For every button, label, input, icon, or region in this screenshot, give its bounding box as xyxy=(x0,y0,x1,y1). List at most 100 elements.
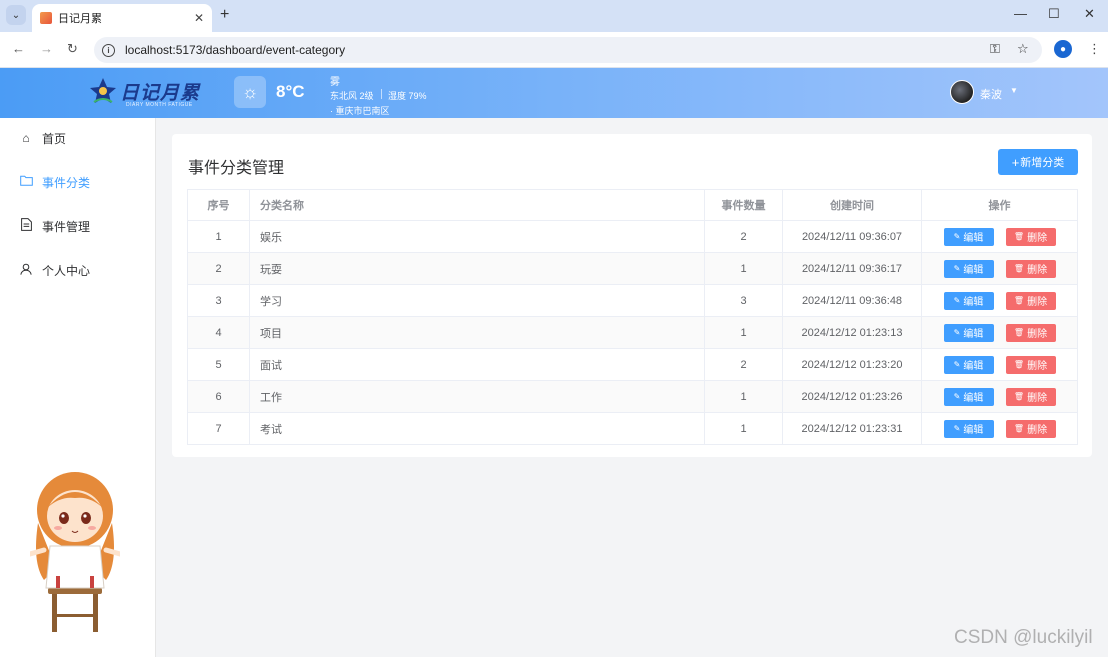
trash-icon: 🗑 xyxy=(1013,328,1025,337)
mascot-illustration xyxy=(30,472,120,632)
add-category-button[interactable]: + 新增分类 xyxy=(998,149,1078,175)
maximize-icon[interactable]: ☐ xyxy=(1048,6,1060,22)
sun-icon: ☼ xyxy=(234,76,266,108)
logo-subtitle: DIARY MONTH FATIGUE xyxy=(126,102,193,108)
browser-menu-icon[interactable]: ⋮ xyxy=(1088,41,1101,57)
profile-icon[interactable]: ● xyxy=(1054,40,1072,58)
user-name[interactable]: 秦波 xyxy=(980,86,1002,102)
folder-icon xyxy=(18,175,34,189)
edit-icon: ✎ xyxy=(953,264,961,273)
cell-index: 2 xyxy=(187,252,250,285)
cell-ops: ✎ 编辑 🗑 删除 xyxy=(921,348,1078,381)
cell-count: 1 xyxy=(704,316,783,349)
app-logo[interactable]: 日记月累 DIARY MONTH FATIGUE xyxy=(88,76,200,108)
cell-ops: ✎ 编辑 🗑 删除 xyxy=(921,252,1078,285)
plus-icon: + xyxy=(1011,154,1020,170)
delete-button[interactable]: 🗑 删除 xyxy=(1005,227,1056,246)
delete-button[interactable]: 🗑 删除 xyxy=(1005,323,1056,342)
edit-button[interactable]: ✎ 编辑 xyxy=(943,419,994,438)
table-row: 2 玩耍 1 2024/12/11 09:36:17 ✎ 编辑 🗑 删除 xyxy=(187,252,1078,285)
cell-count: 1 xyxy=(704,252,783,285)
sidebar: ⌂ 首页 事件分类 事件管理 个人中心 xyxy=(0,118,156,657)
delete-button[interactable]: 🗑 删除 xyxy=(1005,419,1056,438)
tab-search-icon[interactable]: ⌄ xyxy=(6,5,26,25)
cell-ops: ✎ 编辑 🗑 删除 xyxy=(921,380,1078,413)
edit-label: 编辑 xyxy=(963,393,984,404)
delete-button[interactable]: 🗑 删除 xyxy=(1005,259,1056,278)
bookmark-star-icon[interactable]: ☆ xyxy=(1017,41,1029,57)
sidebar-item-label: 事件分类 xyxy=(42,175,91,190)
site-info-icon[interactable]: i xyxy=(102,43,115,57)
cell-index: 1 xyxy=(187,220,250,253)
delete-label: 删除 xyxy=(1027,265,1048,276)
cell-index: 4 xyxy=(187,316,250,349)
minimize-icon[interactable]: — xyxy=(1014,6,1027,21)
sidebar-item-profile[interactable]: 个人中心 xyxy=(0,250,155,290)
cell-created: 2024/12/12 01:23:20 xyxy=(782,348,922,381)
weather-location: · 重庆市巴南区 xyxy=(330,106,390,116)
main-content: 事件分类管理 + 新增分类 序号 分类名称 事件数量 创建时间 操作 1 娱乐 2 2… xyxy=(156,118,1108,657)
reload-icon[interactable]: ↻ xyxy=(67,41,78,57)
window-close-icon[interactable]: ✕ xyxy=(1084,6,1095,22)
cell-name: 项目 xyxy=(249,316,705,349)
cell-created: 2024/12/12 01:23:26 xyxy=(782,380,922,413)
edit-button[interactable]: ✎ 编辑 xyxy=(943,323,994,342)
forward-icon[interactable]: → xyxy=(40,41,53,56)
sidebar-item-label: 首页 xyxy=(42,131,67,146)
delete-button[interactable]: 🗑 删除 xyxy=(1005,355,1056,374)
cell-created: 2024/12/11 09:36:48 xyxy=(782,284,922,317)
edit-button[interactable]: ✎ 编辑 xyxy=(943,227,994,246)
caret-down-icon[interactable]: ▼ xyxy=(1010,86,1018,95)
cell-ops: ✎ 编辑 🗑 删除 xyxy=(921,316,1078,349)
table-header-row: 序号 分类名称 事件数量 创建时间 操作 xyxy=(187,189,1078,221)
trash-icon: 🗑 xyxy=(1013,392,1025,401)
edit-button[interactable]: ✎ 编辑 xyxy=(943,291,994,310)
home-icon: ⌂ xyxy=(22,131,30,145)
cell-ops: ✎ 编辑 🗑 删除 xyxy=(921,284,1078,317)
edit-button[interactable]: ✎ 编辑 xyxy=(943,355,994,374)
edit-icon: ✎ xyxy=(953,296,961,305)
trash-icon: 🗑 xyxy=(1013,360,1025,369)
cell-name: 面试 xyxy=(249,348,705,381)
back-icon[interactable]: ← xyxy=(12,41,25,56)
add-category-label: 新增分类 xyxy=(1020,157,1065,169)
tab-close-icon[interactable]: ✕ xyxy=(194,11,204,25)
delete-label: 删除 xyxy=(1027,393,1048,404)
cell-count: 2 xyxy=(704,348,783,381)
cell-index: 7 xyxy=(187,412,250,445)
edit-button[interactable]: ✎ 编辑 xyxy=(943,259,994,278)
edit-button[interactable]: ✎ 编辑 xyxy=(943,387,994,406)
edit-label: 编辑 xyxy=(963,233,984,244)
trash-icon: 🗑 xyxy=(1013,424,1025,433)
delete-label: 删除 xyxy=(1027,329,1048,340)
avatar[interactable] xyxy=(950,80,974,104)
logo-star-icon xyxy=(90,78,116,103)
cell-created: 2024/12/11 09:36:07 xyxy=(782,220,922,253)
cell-index: 5 xyxy=(187,348,250,381)
trash-icon: 🗑 xyxy=(1013,232,1025,241)
delete-label: 删除 xyxy=(1027,361,1048,372)
browser-tab[interactable]: 日记月累 ✕ xyxy=(32,4,212,32)
cell-created: 2024/12/11 09:36:17 xyxy=(782,252,922,285)
cell-name: 玩耍 xyxy=(249,252,705,285)
delete-button[interactable]: 🗑 删除 xyxy=(1005,387,1056,406)
user-icon xyxy=(18,263,34,278)
address-bar[interactable]: i localhost:5173/dashboard/event-categor… xyxy=(94,37,1042,63)
cell-name: 考试 xyxy=(249,412,705,445)
sidebar-item-event-category[interactable]: 事件分类 xyxy=(0,162,155,202)
col-header-ops: 操作 xyxy=(921,189,1078,221)
trash-icon: 🗑 xyxy=(1013,296,1025,305)
new-tab-icon[interactable]: + xyxy=(220,6,229,24)
col-header-name: 分类名称 xyxy=(249,189,705,221)
url-text: localhost:5173/dashboard/event-category xyxy=(125,43,346,57)
table-row: 3 学习 3 2024/12/11 09:36:48 ✎ 编辑 🗑 删除 xyxy=(187,284,1078,317)
edit-icon: ✎ xyxy=(953,392,961,401)
weather-humidity: 湿度 79% xyxy=(388,91,427,101)
delete-button[interactable]: 🗑 删除 xyxy=(1005,291,1056,310)
sidebar-item-home[interactable]: ⌂ 首页 xyxy=(0,118,155,158)
cell-count: 1 xyxy=(704,412,783,445)
tab-title: 日记月累 xyxy=(58,13,102,25)
sidebar-item-event-manage[interactable]: 事件管理 xyxy=(0,206,155,246)
edit-icon: ✎ xyxy=(953,328,961,337)
password-key-icon[interactable]: ⚿ xyxy=(990,41,1000,57)
